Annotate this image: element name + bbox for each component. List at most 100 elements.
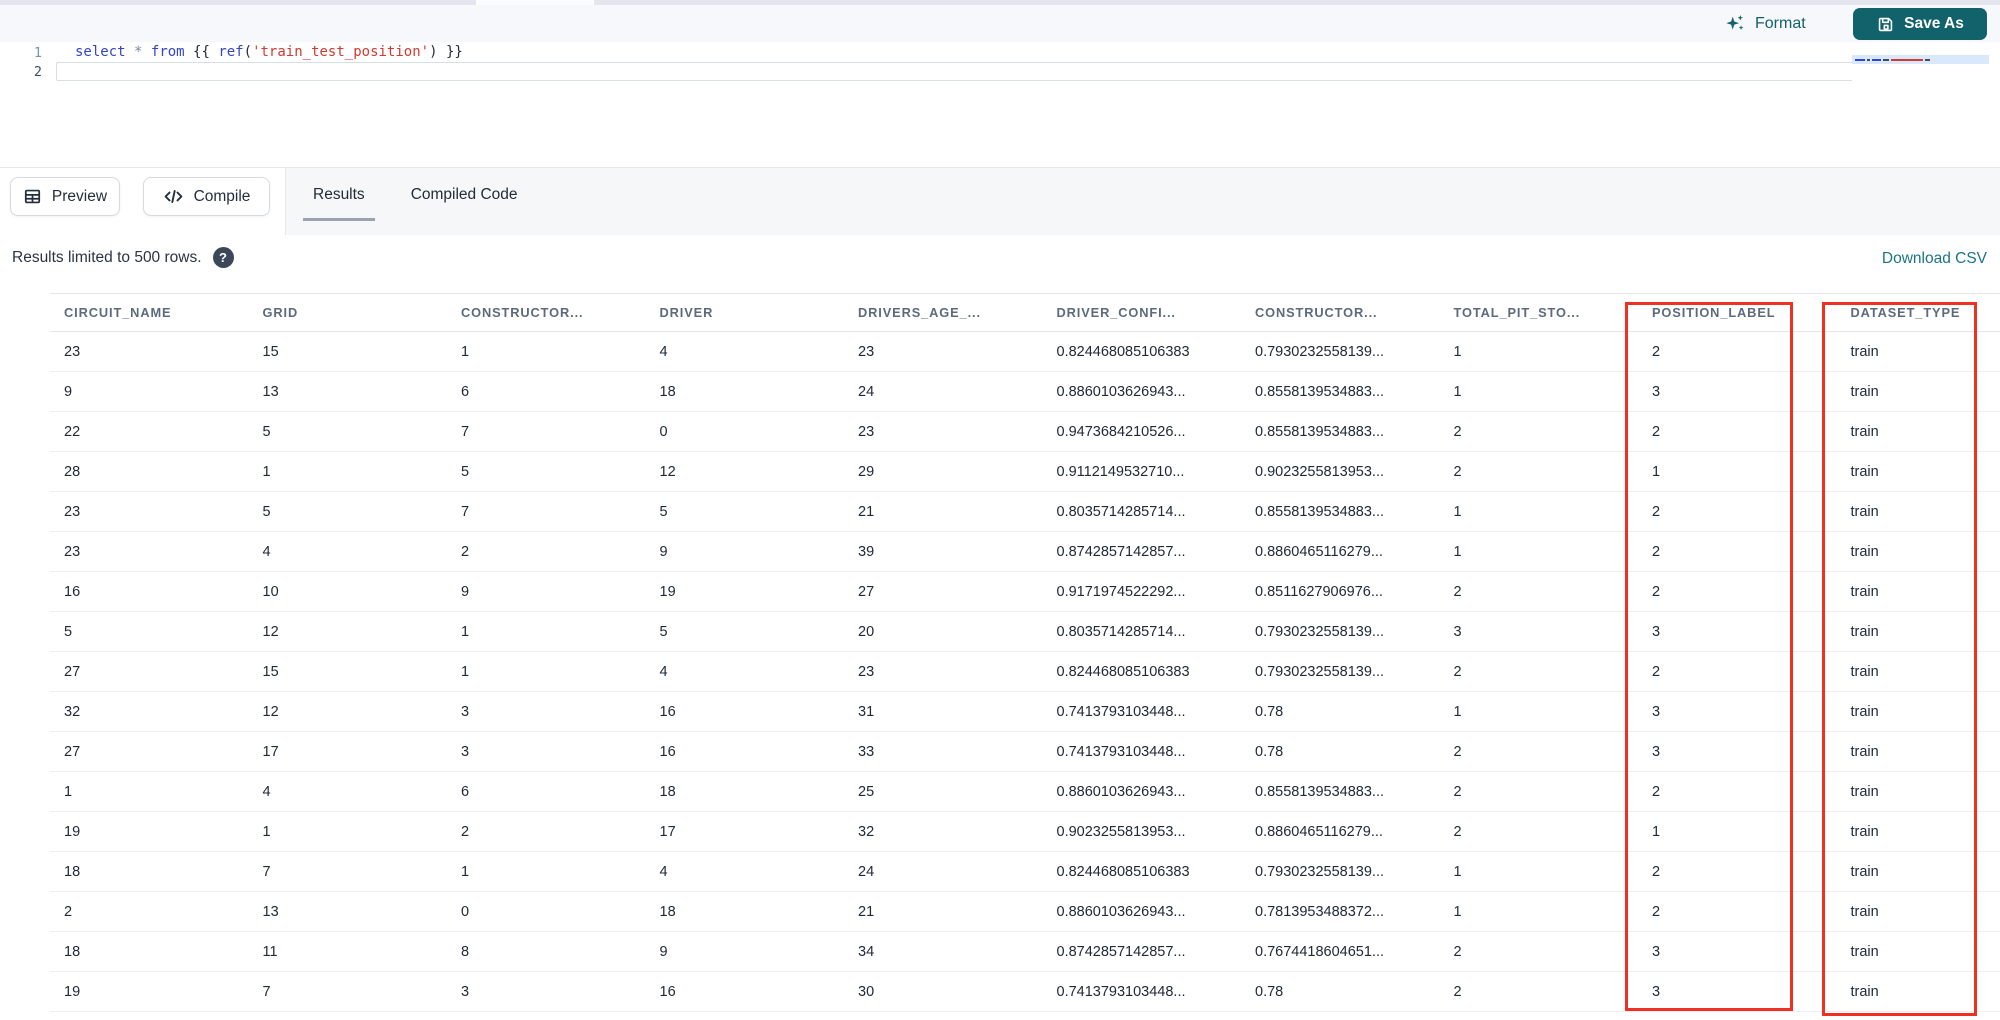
table-cell: 17: [659, 823, 676, 840]
table-cell: 2: [1652, 863, 1661, 880]
sql-code-line[interactable]: select * from {{ ref('train_test_positio…: [75, 44, 463, 60]
table-cell: 34: [858, 943, 875, 960]
table-cell: 0.8860465116279...: [1255, 543, 1383, 560]
table-cell: 2: [1453, 463, 1462, 480]
dbt-ide-query-panel: Format Save As 1 2 select * from {{ ref(…: [0, 0, 2000, 1020]
table-cell: 0.824468085106383: [1056, 343, 1190, 360]
table-cell: 2: [1453, 423, 1462, 440]
column-header: POSITION_LABEL: [1652, 305, 1776, 320]
table-cell: 21: [858, 503, 875, 520]
table-cell: 1: [1453, 343, 1462, 360]
table-cell: 2: [1453, 743, 1462, 760]
table-cell: 23: [64, 543, 81, 560]
table-cell: 0.9473684210526...: [1056, 423, 1186, 440]
table-cell: 18: [659, 383, 676, 400]
table-cell: train: [1850, 743, 1879, 760]
help-icon[interactable]: ?: [212, 247, 234, 268]
table-cell: train: [1850, 423, 1879, 440]
table-cell: 2: [1652, 663, 1661, 680]
save-as-button[interactable]: Save As: [1853, 8, 1987, 40]
table-cell: 0.8860103626943...: [1056, 383, 1186, 400]
table-cell: 3: [1652, 983, 1661, 1000]
table-cell: 4: [659, 343, 668, 360]
table-cell: 3: [1652, 383, 1661, 400]
table-cell: 0.7930232558139...: [1255, 623, 1385, 640]
table-cell: 2: [1652, 583, 1661, 600]
table-cell: 20: [858, 623, 875, 640]
table-cell: 11: [262, 943, 278, 960]
table-row: 23 15 1 4 23 0.824468085106383 0.7930232558139…: [50, 332, 2000, 372]
table-cell: 4: [659, 663, 668, 680]
table-cell: 9: [64, 383, 73, 400]
table-cell: 0.9112149532710...: [1056, 463, 1185, 480]
table-row: 22 5 7 0 23 0.9473684210526... 0.8558139534883…: [50, 412, 2000, 452]
table-cell: 5: [262, 503, 271, 520]
tab-results[interactable]: Results: [303, 171, 375, 221]
table-cell: 0.8742857142857...: [1056, 943, 1186, 960]
table-cell: train: [1850, 823, 1879, 840]
download-csv-link[interactable]: Download CSV: [1882, 250, 1987, 268]
preview-button[interactable]: Preview: [10, 177, 120, 216]
table-cell: 0.8035714285714...: [1056, 623, 1186, 640]
results-info-bar: Results limited to 500 rows. ?: [12, 247, 234, 268]
table-cell: 4: [262, 783, 271, 800]
sql-editor[interactable]: 1 2 select * from {{ ref('train_test_pos…: [0, 42, 2000, 167]
table-cell: train: [1850, 863, 1879, 880]
table-cell: 13: [262, 903, 279, 920]
table-row: 23 5 7 5 21 0.8035714285714... 0.8558139534883…: [50, 492, 2000, 532]
table-cell: 15: [262, 663, 279, 680]
table-cell: 0.7413793103448...: [1056, 743, 1186, 760]
table-cell: 12: [262, 623, 279, 640]
table-cell: 27: [64, 663, 81, 680]
code-token: ref: [218, 44, 244, 60]
table-cell: 1: [461, 343, 470, 360]
table-cell: 1: [1652, 823, 1661, 840]
column-header: CIRCUIT_NAME: [64, 305, 172, 320]
table-cell: 1: [1453, 503, 1462, 520]
save-icon: [1876, 15, 1895, 34]
table-cell: 7: [461, 503, 470, 520]
results-table: CIRCUIT_NAME GRID CONSTRUCTOR... DRIVER DRIV…: [50, 293, 2000, 1012]
table-cell: train: [1850, 383, 1879, 400]
table-cell: 6: [461, 383, 470, 400]
table-cell: 27: [64, 743, 81, 760]
table-cell: train: [1850, 983, 1879, 1000]
table-cell: 3: [1453, 623, 1462, 640]
table-cell: 19: [64, 983, 81, 1000]
line-number-2: 2: [33, 64, 42, 80]
table-cell: train: [1850, 943, 1879, 960]
column-header: TOTAL_PIT_STO...: [1453, 305, 1581, 320]
code-token: {{: [184, 44, 219, 60]
tab-compiled-code[interactable]: Compiled Code: [401, 171, 528, 221]
table-cell: 3: [461, 983, 470, 1000]
table-cell: 31: [858, 703, 875, 720]
editor-minimap[interactable]: [1852, 55, 1989, 101]
table-cell: 0.7413793103448...: [1056, 703, 1186, 720]
table-cell: 24: [858, 383, 875, 400]
table-cell: 0.9023255813953...: [1255, 463, 1385, 480]
table-cell: 2: [1652, 783, 1661, 800]
table-row: 1 4 6 18 25 0.8860103626943... 0.8558139534883…: [50, 772, 2000, 812]
table-cell: 1: [64, 783, 73, 800]
table-cell: 30: [858, 983, 875, 1000]
table-cell: 1: [461, 623, 470, 640]
table-cell: 1: [1652, 463, 1661, 480]
column-header: DRIVER_CONFI...: [1056, 305, 1176, 320]
code-token: ): [429, 44, 438, 60]
code-token: 'train_test_position': [252, 44, 430, 60]
editor-active-line-box[interactable]: [56, 62, 1985, 81]
table-cell: 10: [262, 583, 279, 600]
sparkles-icon: [1724, 13, 1746, 35]
table-cell: 9: [461, 583, 470, 600]
table-cell: 0.8558139534883...: [1255, 503, 1385, 520]
table-cell: train: [1850, 703, 1879, 720]
compile-button[interactable]: Compile: [143, 177, 270, 216]
table-cell: 13: [262, 383, 279, 400]
format-button[interactable]: Format: [1724, 11, 1806, 37]
table-row: 28 1 5 12 29 0.9112149532710... 0.902325581395…: [50, 452, 2000, 492]
table-cell: 22: [64, 423, 81, 440]
table-cell: 27: [858, 583, 875, 600]
table-cell: 0.9171974522292...: [1056, 583, 1186, 600]
table-cell: 2: [461, 543, 470, 560]
minimap-viewport: [1852, 55, 1989, 64]
